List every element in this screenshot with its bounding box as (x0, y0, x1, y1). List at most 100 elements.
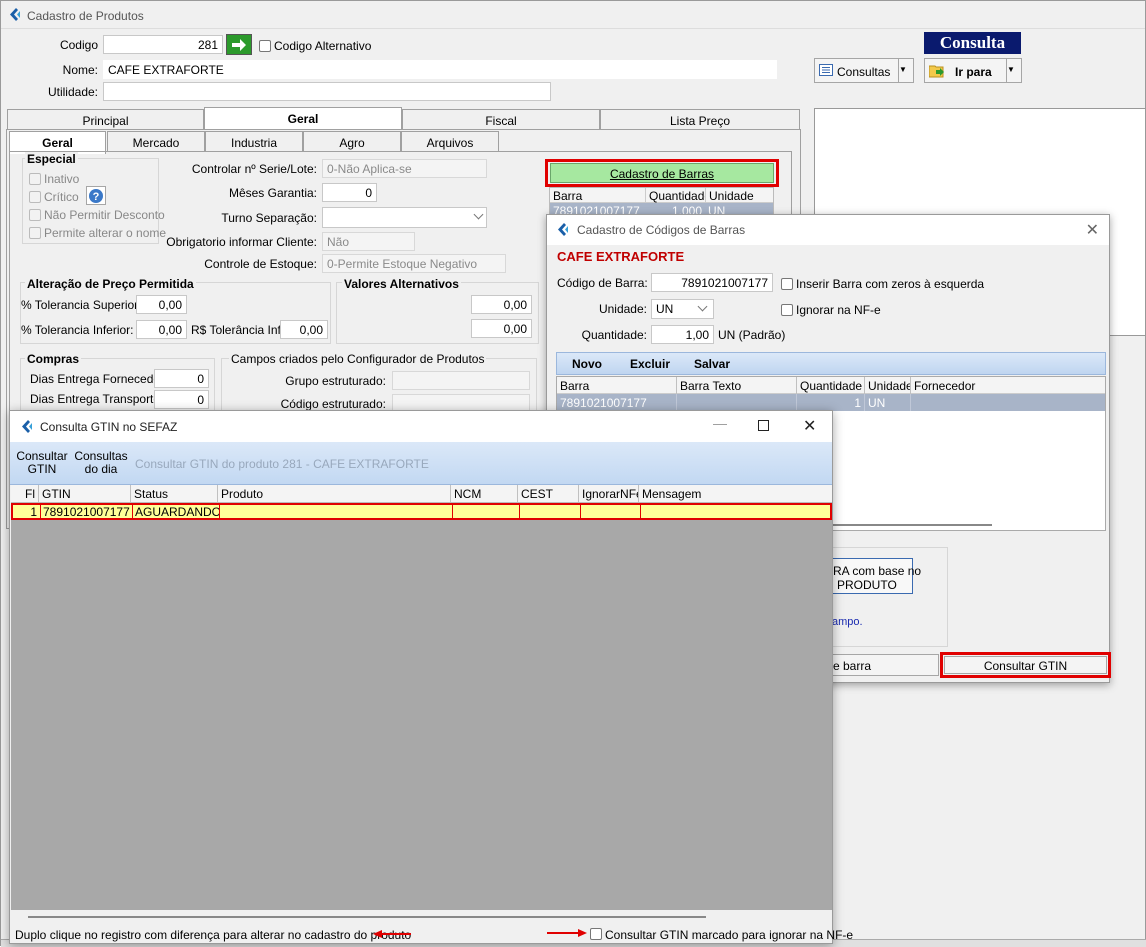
maximize-icon[interactable] (758, 420, 769, 431)
barras-bottom-hint: ampo. (832, 616, 863, 628)
unidade-label: Unidade: (598, 302, 647, 316)
col-fornecedor: Fornecedor (914, 379, 976, 393)
subtab-arquivos[interactable]: Arquivos (401, 131, 499, 152)
tab-fiscal[interactable]: Fiscal (402, 109, 600, 130)
tab-principal[interactable]: Principal (7, 109, 204, 130)
close-icon[interactable]: ✕ (803, 416, 816, 436)
gtin-toolbar: Consultar GTIN Consultas do dia Consulta… (10, 442, 832, 485)
codigo-alternativo-checkbox[interactable] (259, 40, 271, 52)
cadastro-barras-button[interactable]: Cadastro de Barras (550, 163, 774, 183)
rs-tol-label: R$ Tolerância Inf: (191, 323, 285, 337)
gtin-grid-row[interactable]: 1 7891021007177 AGUARDANDO (11, 503, 832, 520)
gtin-footer-hint: Duplo clique no registro com diferença p… (15, 928, 412, 942)
irpara-label: Ir para (955, 65, 992, 79)
consultas-dia-toolbar-button[interactable]: Consultas do dia (72, 450, 130, 476)
barras-product-name: CAFE EXTRAFORTE (557, 249, 685, 264)
codigo-label: Codigo (59, 38, 98, 52)
dias-transporte-input[interactable]: 0 (154, 390, 209, 409)
arrow-left-icon (373, 930, 411, 938)
tol-sup-input[interactable]: 0,00 (136, 295, 187, 314)
irpara-button[interactable]: Ir para ▼ (924, 58, 1022, 83)
col-barra: Barra (557, 377, 677, 394)
controle-estoque-select[interactable]: 0-Permite Estoque Negativo (322, 254, 506, 273)
dias-fornecedor-label: Dias Entrega Fornecedor: (30, 372, 168, 386)
tab-geral[interactable]: Geral (204, 107, 402, 130)
tol-inf-input[interactable]: 0,00 (136, 320, 187, 339)
gtin-dialog: Consulta GTIN no SEFAZ — ✕ Consultar GTI… (9, 410, 853, 944)
permite-alterar-nome-checkbox[interactable] (29, 227, 41, 239)
codigo-barra-input[interactable]: 7891021007177 (651, 273, 773, 292)
barra-button[interactable]: e barra (832, 654, 939, 676)
app-logo-icon (558, 223, 568, 236)
inativo-checkbox[interactable] (29, 173, 41, 185)
barras-close-icon[interactable]: ✕ (1086, 220, 1099, 240)
app-logo-icon (10, 8, 20, 21)
gtin-grid: Fl GTIN Status Produto NCM CEST IgnorarN… (11, 485, 832, 910)
valor-alt-2-input[interactable]: 0,00 (471, 319, 532, 338)
gtin-info-text: Consultar GTIN do produto 281 - CAFE EXT… (135, 457, 429, 471)
main-title: Cadastro de Produtos (27, 9, 144, 23)
critico-checkbox[interactable] (29, 191, 41, 203)
novo-button[interactable]: Novo (572, 357, 602, 371)
consultas-dropdown[interactable]: ▼ (898, 59, 913, 82)
rs-tol-input[interactable]: 0,00 (280, 320, 328, 339)
col-barra-texto: Barra Texto (677, 377, 797, 394)
consultar-gtin-line2: GTIN (27, 462, 57, 476)
ignorar-nfe-checkbox[interactable] (781, 304, 793, 316)
barras-mini-grid: Barra Quantidade Unidade 7891021007177 1… (549, 187, 774, 218)
cell-cest (520, 505, 581, 518)
consultar-gtin-toolbar-button[interactable]: Consultar GTIN (14, 450, 70, 476)
codigo-alternativo-label: Codigo Alternativo (274, 39, 372, 53)
compras-group (20, 358, 215, 418)
cell-gtin: 7891021007177 (41, 505, 133, 518)
consultas-dia-line2: do dia (84, 462, 118, 476)
tol-sup-label: % Tolerancia Superior: (21, 298, 142, 312)
inserir-zeros-label: Inserir Barra com zeros à esquerda (796, 277, 985, 291)
quantidade-unit: UN (Padrão) (718, 328, 786, 342)
subtab-industria[interactable]: Industria (205, 131, 303, 152)
consultas-button[interactable]: Consultas ▼ (814, 58, 914, 83)
col-cest: CEST (518, 485, 579, 502)
excluir-button[interactable]: Excluir (630, 357, 670, 371)
help-button[interactable]: ? (86, 186, 106, 205)
dias-fornecedor-input[interactable]: 0 (154, 369, 209, 388)
controlar-serie-label: Controlar nº Serie/Lote: (191, 162, 317, 176)
cell-ncm (453, 505, 520, 518)
grupo-estruturado-input[interactable] (392, 371, 530, 390)
turno-label: Turno Separação: (221, 211, 317, 225)
critico-label: Crítico (44, 190, 79, 204)
controlar-serie-select[interactable]: 0-Não Aplica-se (322, 159, 487, 178)
arrow-right-icon (232, 39, 246, 51)
nome-input[interactable]: CAFE EXTRAFORTE (103, 60, 777, 79)
obrigatorio-select[interactable]: Não (322, 232, 415, 251)
folder-arrow-icon (929, 65, 944, 78)
barras-mini-header: Barra Quantidade Unidade (550, 188, 773, 205)
codigo-input[interactable]: 281 (103, 35, 223, 54)
meses-garantia-input[interactable]: 0 (322, 183, 377, 202)
chevron-down-icon (473, 209, 484, 220)
subtab-mercado[interactable]: Mercado (107, 131, 205, 152)
barras-grid-row[interactable]: 7891021007177 1 UN (557, 394, 1105, 411)
app-logo-icon (22, 420, 32, 433)
consultar-gtin-ignorar-checkbox[interactable] (590, 928, 602, 940)
compras-title: Compras (25, 352, 82, 366)
barras-grid-hscroll[interactable] (832, 524, 992, 526)
nao-permitir-desconto-checkbox[interactable] (29, 209, 41, 221)
utilidade-input[interactable] (103, 82, 551, 101)
gerar-barra-produto-button[interactable]: RA com base no PRODUTO (832, 558, 921, 594)
subtab-agro[interactable]: Agro (303, 131, 401, 152)
consultar-gtin-button[interactable]: Consultar GTIN (944, 656, 1107, 674)
inserir-zeros-checkbox[interactable] (781, 278, 793, 290)
salvar-button[interactable]: Salvar (694, 357, 730, 371)
quantidade-input[interactable]: 1,00 (651, 325, 714, 344)
codigo-go-button[interactable] (226, 34, 252, 55)
barras-grid-header: Barra Barra Texto Quantidade Unidade For… (557, 377, 1105, 394)
valor-alt-1-input[interactable]: 0,00 (471, 295, 532, 314)
minimize-icon[interactable]: — (713, 415, 727, 431)
permite-alterar-nome-label: Permite alterar o nome (44, 226, 167, 240)
turno-select[interactable] (322, 207, 487, 228)
irpara-dropdown[interactable]: ▼ (1006, 59, 1021, 82)
ignorar-nfe-label: Ignorar na NF-e (796, 303, 881, 317)
cell-status: AGUARDANDO (135, 505, 220, 518)
tab-lista-preco[interactable]: Lista Preço (600, 109, 800, 130)
